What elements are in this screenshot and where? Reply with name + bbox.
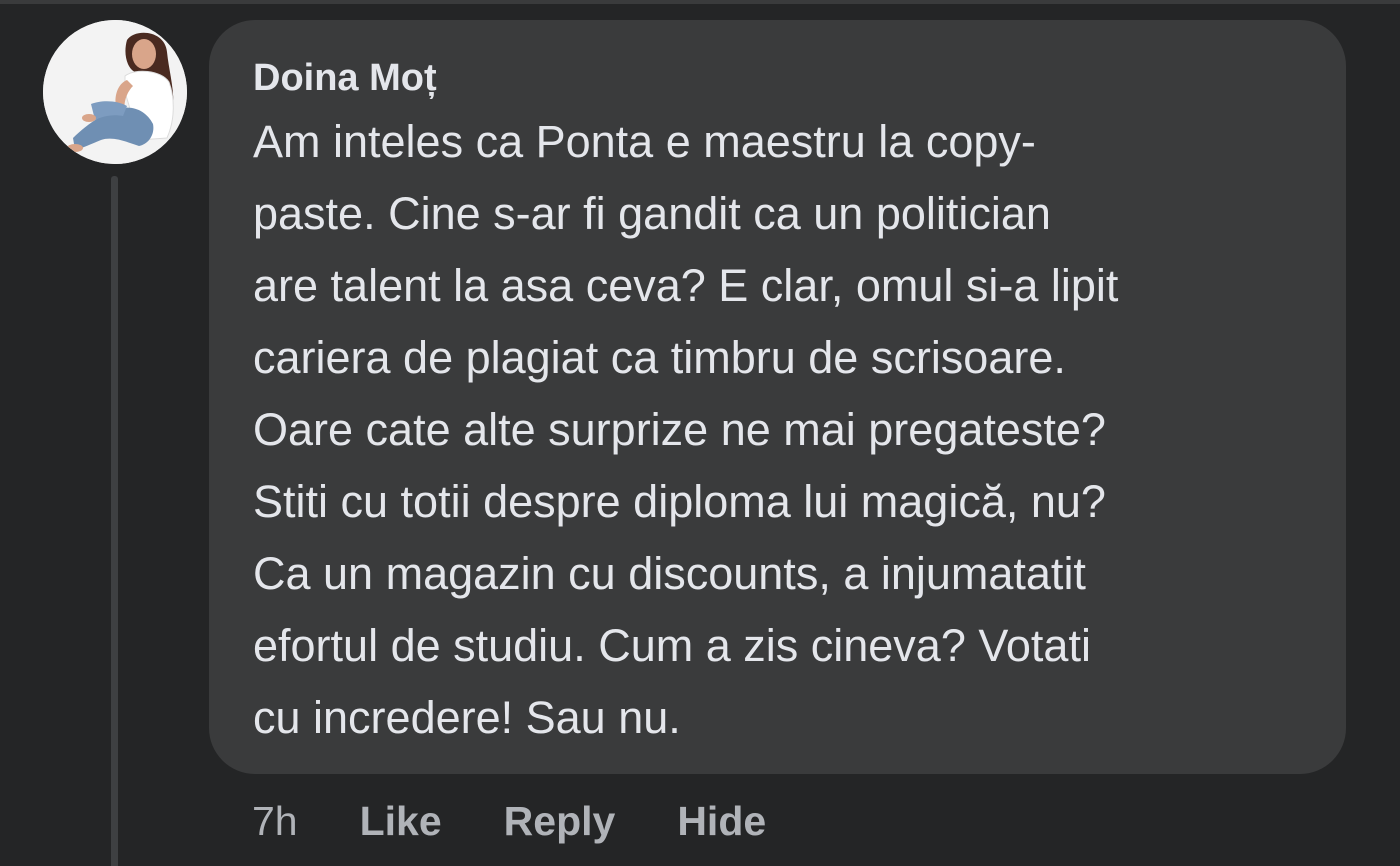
comment-bubble: Doina Moț Am inteles ca Ponta e maestru … bbox=[209, 20, 1346, 774]
comment-actions: 7h Like Reply Hide bbox=[252, 795, 766, 847]
hide-button[interactable]: Hide bbox=[677, 795, 766, 847]
comment-author[interactable]: Doina Moț bbox=[253, 56, 1306, 100]
comment-line: cu incredere! Sau nu. bbox=[253, 692, 681, 743]
comment-line: Ca un magazin cu discounts, a injumatati… bbox=[253, 548, 1086, 599]
comment-text: Am inteles ca Ponta e maestru la copy- p… bbox=[253, 106, 1306, 754]
comment-line: are talent la asa ceva? E clar, omul si-… bbox=[253, 260, 1119, 311]
top-divider bbox=[0, 0, 1400, 4]
comment-line: Oare cate alte surprize ne mai pregatest… bbox=[253, 404, 1106, 455]
comment-line: Stiti cu totii despre diploma lui magică… bbox=[253, 476, 1106, 527]
reply-button[interactable]: Reply bbox=[504, 795, 616, 847]
like-button[interactable]: Like bbox=[360, 795, 442, 847]
comment-line: efortul de studiu. Cum a zis cineva? Vot… bbox=[253, 620, 1091, 671]
comment-line: Am inteles ca Ponta e maestru la copy- bbox=[253, 116, 1036, 167]
comment-line: cariera de plagiat ca timbru de scrisoar… bbox=[253, 332, 1066, 383]
comment-timestamp[interactable]: 7h bbox=[252, 795, 298, 847]
avatar[interactable] bbox=[43, 20, 187, 164]
comment-line: paste. Cine s-ar fi gandit ca un politic… bbox=[253, 188, 1051, 239]
thread-line bbox=[111, 176, 118, 866]
profile-photo-icon bbox=[43, 20, 187, 164]
comment-screen: Doina Moț Am inteles ca Ponta e maestru … bbox=[0, 0, 1400, 866]
